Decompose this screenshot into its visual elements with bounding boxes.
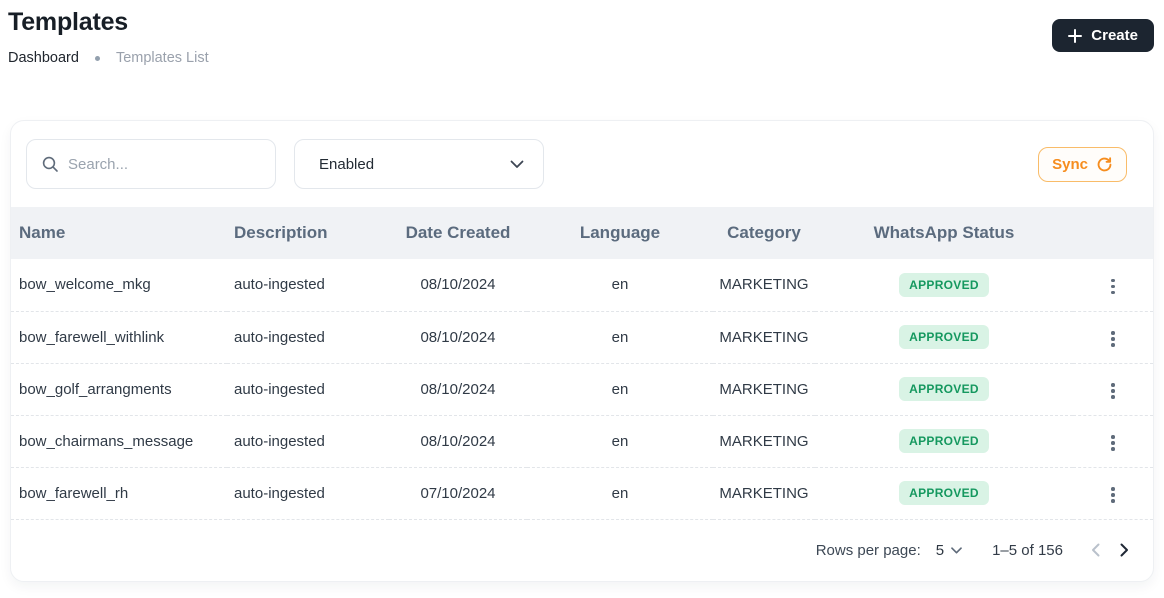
cell-actions bbox=[1073, 259, 1153, 312]
rows-per-page-value: 5 bbox=[935, 541, 945, 559]
column-header-description: Description bbox=[227, 207, 389, 259]
row-menu-button[interactable] bbox=[1103, 429, 1123, 457]
cell-date-created: 08/10/2024 bbox=[389, 259, 527, 312]
breadcrumb-separator-dot bbox=[94, 55, 100, 61]
table-row: bow_welcome_mkg auto-ingested 08/10/2024… bbox=[11, 259, 1153, 312]
table-row: bow_chairmans_message auto-ingested 08/1… bbox=[11, 415, 1153, 468]
cell-category: MARKETING bbox=[713, 259, 815, 312]
create-button-label: Create bbox=[1091, 27, 1138, 44]
chevron-down-icon bbox=[951, 546, 962, 554]
column-header-whatsapp-status: WhatsApp Status bbox=[815, 207, 1073, 259]
cell-whatsapp-status: APPROVED bbox=[815, 363, 1073, 416]
cell-whatsapp-status: APPROVED bbox=[815, 311, 1073, 364]
cell-actions bbox=[1073, 467, 1153, 520]
sync-button[interactable]: Sync bbox=[1038, 146, 1127, 182]
status-badge: APPROVED bbox=[899, 377, 989, 401]
cell-date-created: 07/10/2024 bbox=[389, 467, 527, 520]
cell-category: MARKETING bbox=[713, 467, 815, 520]
row-menu-button[interactable] bbox=[1103, 481, 1123, 509]
status-filter-select[interactable]: Enabled bbox=[294, 139, 544, 189]
column-header-name: Name bbox=[11, 207, 227, 259]
breadcrumb-item-current: Templates List bbox=[115, 50, 209, 66]
cell-language: en bbox=[527, 415, 713, 468]
table-header-row: Name Description Date Created Language C… bbox=[11, 207, 1153, 259]
search-input[interactable] bbox=[68, 155, 261, 173]
chevron-down-icon bbox=[510, 160, 524, 169]
cell-name: bow_chairmans_message bbox=[11, 415, 227, 468]
column-header-category: Category bbox=[713, 207, 815, 259]
templates-card: Enabled Sync Name Description Date Creat… bbox=[10, 120, 1154, 582]
chevron-right-icon bbox=[1120, 543, 1129, 557]
cell-category: MARKETING bbox=[713, 311, 815, 364]
page-header: Templates Dashboard Templates List Creat… bbox=[0, 0, 1164, 66]
pagination-range-label: 1–5 of 156 bbox=[992, 541, 1063, 559]
cell-language: en bbox=[527, 363, 713, 416]
cell-description: auto-ingested bbox=[227, 259, 389, 312]
create-button[interactable]: Create bbox=[1052, 19, 1154, 52]
search-icon bbox=[41, 155, 59, 173]
table-row: bow_golf_arrangments auto-ingested 08/10… bbox=[11, 363, 1153, 416]
cell-name: bow_welcome_mkg bbox=[11, 259, 227, 312]
row-menu-button[interactable] bbox=[1103, 377, 1123, 405]
cell-whatsapp-status: APPROVED bbox=[815, 415, 1073, 468]
cell-actions bbox=[1073, 311, 1153, 364]
status-filter-value: Enabled bbox=[319, 155, 375, 173]
cell-whatsapp-status: APPROVED bbox=[815, 259, 1073, 312]
cell-name: bow_golf_arrangments bbox=[11, 363, 227, 416]
breadcrumb: Dashboard Templates List bbox=[8, 50, 209, 66]
cell-actions bbox=[1073, 415, 1153, 468]
search-box bbox=[26, 139, 276, 189]
rows-per-page-label: Rows per page: bbox=[815, 541, 921, 559]
column-header-actions bbox=[1073, 207, 1153, 259]
table-row: bow_farewell_withlink auto-ingested 08/1… bbox=[11, 311, 1153, 364]
cell-description: auto-ingested bbox=[227, 415, 389, 468]
cell-category: MARKETING bbox=[713, 415, 815, 468]
row-menu-button[interactable] bbox=[1103, 325, 1123, 353]
plus-icon bbox=[1068, 28, 1083, 43]
chevron-left-icon bbox=[1091, 543, 1100, 557]
cell-actions bbox=[1073, 363, 1153, 416]
cell-date-created: 08/10/2024 bbox=[389, 311, 527, 364]
cell-whatsapp-status: APPROVED bbox=[815, 467, 1073, 520]
rows-per-page-select[interactable]: 5 bbox=[936, 542, 962, 559]
table-header: Name Description Date Created Language C… bbox=[11, 207, 1153, 259]
status-badge: APPROVED bbox=[899, 272, 989, 297]
status-badge: APPROVED bbox=[899, 429, 989, 453]
templates-table: Name Description Date Created Language C… bbox=[11, 207, 1153, 520]
cell-category: MARKETING bbox=[713, 363, 815, 416]
status-badge: APPROVED bbox=[899, 325, 989, 349]
column-header-date-created: Date Created bbox=[389, 207, 527, 259]
cell-language: en bbox=[527, 259, 713, 312]
next-page-button[interactable] bbox=[1116, 539, 1133, 561]
sync-button-label: Sync bbox=[1052, 155, 1088, 173]
table-row: bow_farewell_rh auto-ingested 07/10/2024… bbox=[11, 467, 1153, 520]
breadcrumb-item-dashboard[interactable]: Dashboard bbox=[8, 50, 79, 66]
cell-description: auto-ingested bbox=[227, 311, 389, 364]
cell-date-created: 08/10/2024 bbox=[389, 363, 527, 416]
previous-page-button[interactable] bbox=[1087, 539, 1104, 561]
status-badge: APPROVED bbox=[899, 481, 989, 505]
cell-name: bow_farewell_withlink bbox=[11, 311, 227, 364]
cell-name: bow_farewell_rh bbox=[11, 467, 227, 520]
cell-description: auto-ingested bbox=[227, 467, 389, 520]
cell-date-created: 08/10/2024 bbox=[389, 415, 527, 468]
page-title: Templates bbox=[8, 8, 129, 36]
page-header-left: Templates Dashboard Templates List bbox=[8, 8, 209, 66]
row-menu-button[interactable] bbox=[1103, 273, 1123, 301]
cell-language: en bbox=[527, 467, 713, 520]
column-header-language: Language bbox=[527, 207, 713, 259]
toolbar: Enabled Sync bbox=[11, 121, 1153, 207]
cell-language: en bbox=[527, 311, 713, 364]
cell-description: auto-ingested bbox=[227, 363, 389, 416]
pagination-bar: Rows per page: 5 1–5 of 156 bbox=[11, 520, 1153, 581]
refresh-icon bbox=[1096, 156, 1113, 173]
